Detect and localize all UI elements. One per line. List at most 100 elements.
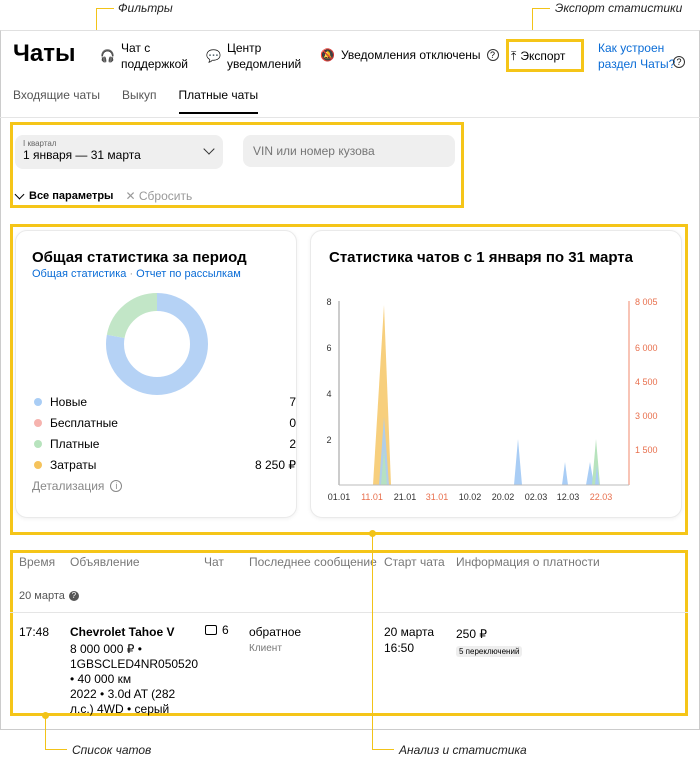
right-tick-label: 1 500	[635, 445, 658, 455]
legend-new: Новые 7	[34, 395, 296, 409]
row-sender: Клиент	[249, 643, 282, 654]
help-link-label: Как устроен раздел Чаты?	[598, 41, 676, 71]
legend-paid-value: 2	[289, 437, 296, 451]
details-label: Детализация	[32, 479, 105, 493]
support-chat-button[interactable]: 🎧 Чат с поддержкой	[100, 40, 190, 72]
col-last-message: Последнее сообщение	[249, 555, 377, 569]
col-time: Время	[19, 555, 56, 569]
x-tick-label: 21.01	[394, 492, 417, 502]
group-date-label: 20 марта	[19, 590, 65, 602]
help-circle-icon[interactable]: ?	[673, 56, 685, 68]
legend-paid-swatch	[34, 440, 42, 448]
car-mileage: • 40 000 км	[70, 672, 132, 686]
car-vin: 1GBSCLED4NR050520	[70, 657, 199, 671]
summary-card: Общая статистика за период Общая статист…	[15, 230, 297, 518]
help-icon[interactable]: ?	[68, 591, 79, 601]
tabs-divider	[0, 117, 700, 118]
row-car-title[interactable]: Chevrolet Tahoe V	[70, 625, 174, 640]
chevron-down-icon	[14, 189, 25, 199]
annotation-export: Экспорт статистики	[555, 1, 683, 15]
reset-button[interactable]: ✕ Сбросить	[125, 189, 192, 203]
page-title: Чаты	[13, 40, 76, 67]
vin-input[interactable]	[243, 135, 455, 167]
tab-incoming[interactable]: Входящие чаты	[13, 88, 100, 114]
car-specs-2: л.с.) 4WD • серый	[70, 702, 170, 716]
left-tick-label: 2	[326, 435, 331, 445]
message-icon	[205, 625, 217, 635]
bell-off-icon: 🔕	[320, 48, 335, 62]
period-select[interactable]: I квартал 1 января — 31 марта	[15, 135, 223, 169]
period-select-value: 1 января — 31 марта	[23, 148, 141, 162]
group-date: 20 марта ?	[19, 590, 79, 602]
params-row: Все параметры ✕ Сбросить	[14, 189, 192, 203]
help-icon[interactable]: ?	[486, 49, 499, 61]
help-link[interactable]: Как устроен раздел Чаты?	[598, 40, 676, 72]
right-tick-label: 3 000	[635, 411, 658, 421]
legend-costs-label: Затраты	[50, 458, 97, 472]
tab-paid[interactable]: Платные чаты	[178, 88, 259, 114]
col-paid-info: Информация о платности	[456, 555, 600, 569]
annotation-chat-list: Список чатов	[72, 743, 152, 757]
tabs: Входящие чаты Выкуп Платные чаты	[13, 88, 259, 114]
switches-badge: 5 переключений	[456, 646, 523, 657]
headset-icon: 🎧	[100, 49, 115, 63]
all-params-button[interactable]: Все параметры	[14, 189, 113, 202]
info-icon: i	[110, 480, 123, 492]
car-specs: 2022 • 3.0d AT (282	[70, 687, 176, 701]
donut-chart	[106, 293, 208, 395]
legend-free-swatch	[34, 419, 42, 427]
chart-card: Статистика чатов с 1 января по 31 марта …	[310, 230, 682, 518]
tab-buyout[interactable]: Выкуп	[122, 88, 157, 114]
legend-costs-swatch	[34, 461, 42, 469]
row-start-time: 16:50	[384, 641, 415, 655]
legend-new-value: 7	[289, 395, 296, 409]
col-ad: Объявление	[70, 555, 140, 569]
legend-paid-label: Платные	[50, 437, 100, 451]
legend-costs: Затраты 8 250 ₽	[34, 458, 296, 472]
row-start-date: 20 марта	[384, 625, 435, 639]
col-chat: Чат	[204, 555, 224, 569]
x-tick-label: 22.03	[590, 492, 613, 502]
area-new-2	[514, 439, 522, 485]
general-stats-link[interactable]: Общая статистика	[32, 268, 126, 280]
legend-free-label: Бесплатные	[50, 416, 118, 430]
area-new-3	[562, 462, 568, 485]
notifications-toggle[interactable]: 🔕 Уведомления отключены ?	[320, 47, 499, 63]
chat-bubble-icon: 💬	[206, 49, 221, 63]
col-chat-start: Старт чата	[384, 555, 445, 569]
table-divider	[10, 612, 688, 613]
x-tick-label: 20.02	[492, 492, 515, 502]
left-tick-label: 8	[326, 297, 331, 307]
left-tick-label: 4	[326, 389, 331, 399]
summary-title: Общая статистика за период	[32, 249, 247, 266]
x-tick-label: 12.03	[557, 492, 580, 502]
details-link[interactable]: Детализация i	[32, 479, 123, 493]
notify-off-label: Уведомления отключены	[340, 48, 481, 62]
legend-new-label: Новые	[50, 395, 88, 409]
mailing-report-link[interactable]: Отчет по рассылкам	[136, 268, 241, 280]
legend-paid: Платные 2	[34, 437, 296, 451]
x-tick-label: 02.03	[525, 492, 548, 502]
left-tick-label: 6	[326, 343, 331, 353]
row-last-message: обратное	[249, 625, 302, 639]
row-car-details: 8 000 000 ₽ • 1GBSCLED4NR050520 • 40 000…	[70, 642, 198, 717]
x-tick-label: 10.02	[459, 492, 482, 502]
chart-title: Статистика чатов с 1 января по 31 марта	[329, 249, 633, 266]
car-price: 8 000 000 ₽ •	[70, 642, 142, 656]
row-chat[interactable]: 6	[205, 623, 229, 637]
row-price: 250 ₽	[456, 627, 487, 641]
notify-center-button[interactable]: 💬 Центр уведомлений	[206, 40, 301, 72]
notify-center-label: Центр уведомлений	[226, 41, 302, 71]
right-tick-label: 6 000	[635, 343, 658, 353]
x-tick-label: 01.01	[328, 492, 351, 502]
area-chart: 8 6 4 2 8 005 6 000 4 500 3 000 1 500 01.01 11.0…	[326, 297, 658, 502]
reset-label: Сбросить	[138, 189, 193, 203]
legend-costs-value: 8 250 ₽	[255, 458, 296, 472]
period-select-label: I квартал	[23, 139, 57, 148]
annotation-filters: Фильтры	[118, 1, 173, 15]
x-tick-label: 31.01	[426, 492, 449, 502]
annotation-analysis: Анализ и статистика	[399, 743, 527, 757]
right-tick-label: 4 500	[635, 377, 658, 387]
x-tick-label: 11.01	[361, 492, 383, 502]
right-tick-label: 8 005	[635, 297, 658, 307]
